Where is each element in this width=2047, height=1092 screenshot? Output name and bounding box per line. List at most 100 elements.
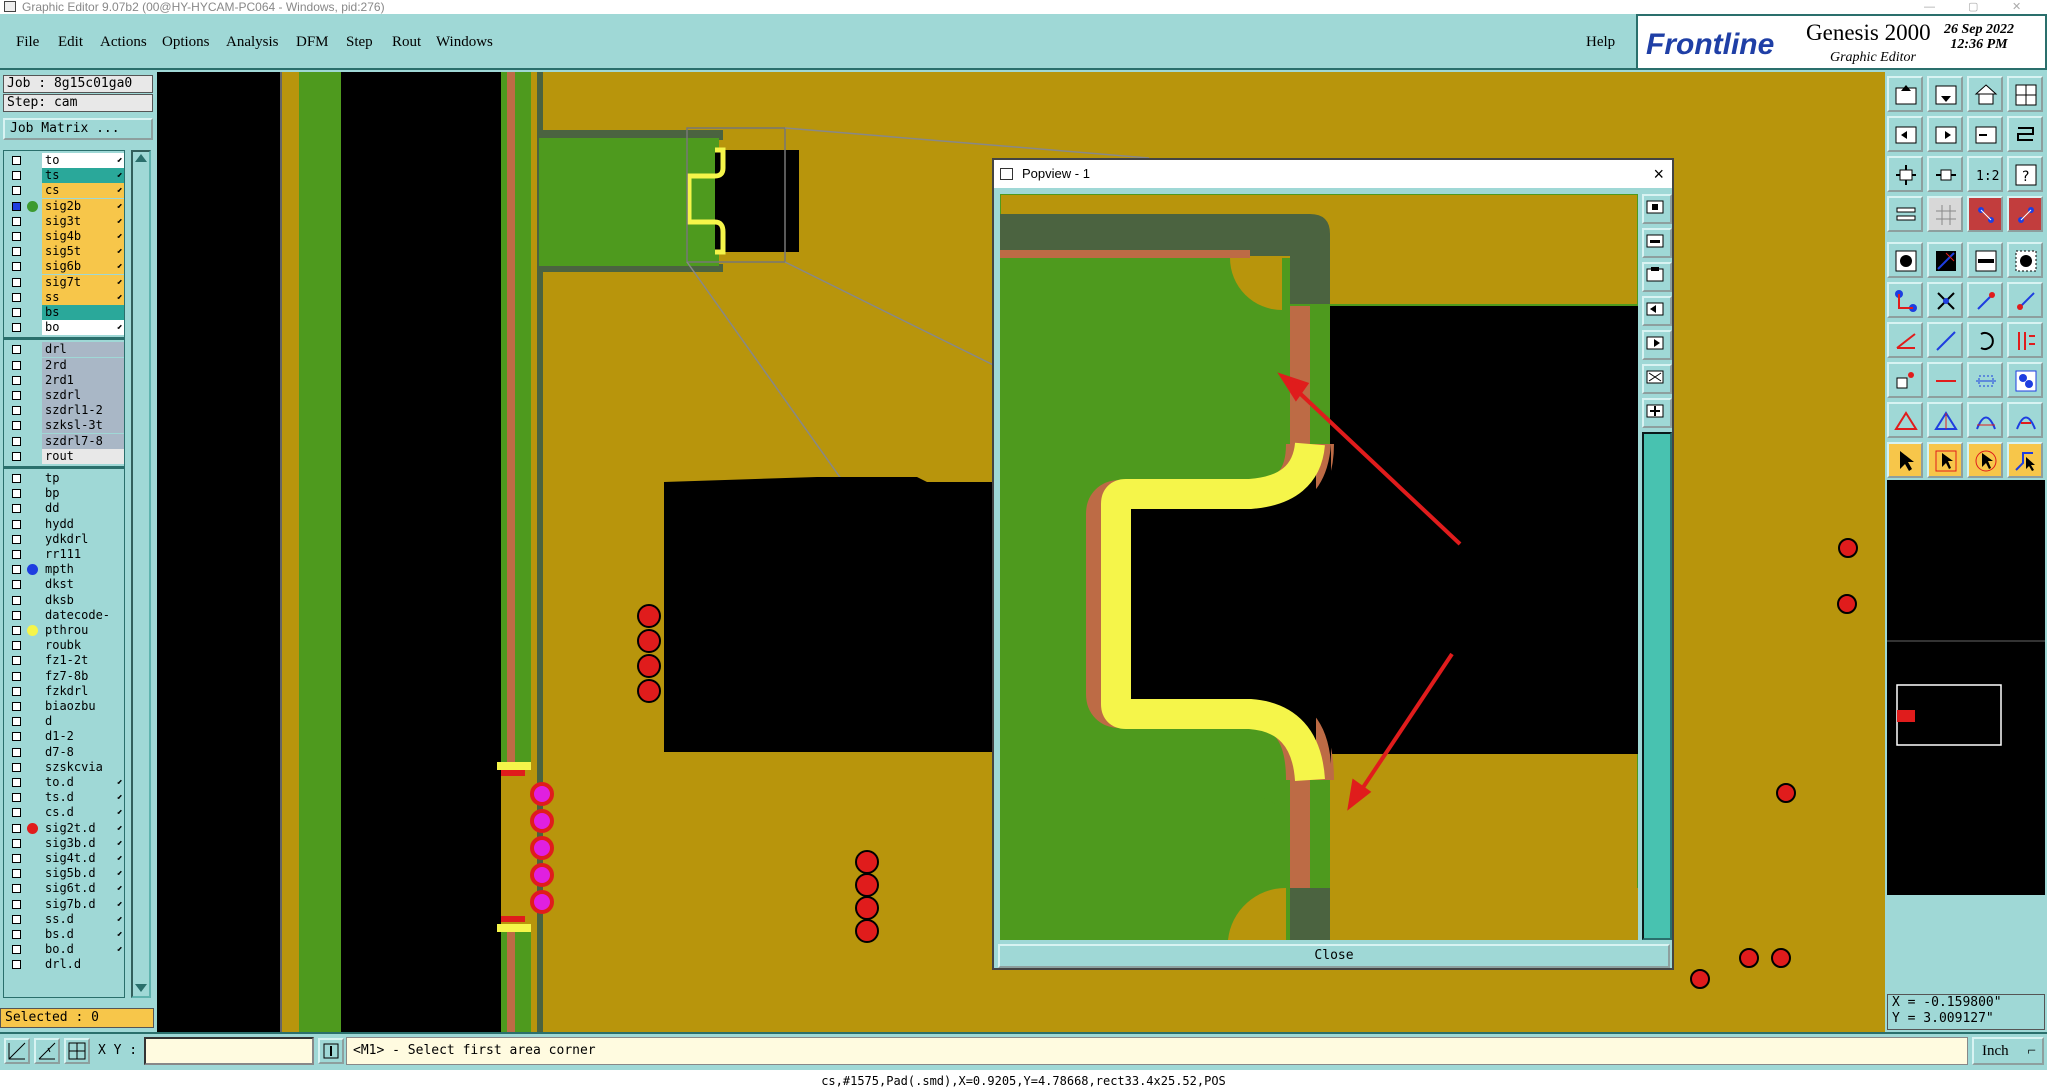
snap-mode-button[interactable] bbox=[4, 1038, 30, 1064]
tool-arch-button[interactable] bbox=[1967, 402, 2003, 438]
layer-name[interactable]: sig5b.d ⬋ bbox=[42, 866, 124, 882]
layer-checkbox[interactable] bbox=[12, 262, 21, 272]
layer-checkbox[interactable] bbox=[12, 186, 21, 196]
layer-checkbox[interactable] bbox=[12, 171, 21, 181]
layer-row[interactable]: bs.d ⬋ bbox=[4, 927, 124, 942]
tool-pad-button[interactable] bbox=[1887, 242, 1923, 278]
layer-name[interactable]: sig6t.d ⬋ bbox=[42, 881, 124, 897]
layer-checkbox[interactable] bbox=[12, 717, 21, 727]
layer-name[interactable]: rr111 bbox=[42, 547, 124, 562]
layer-name[interactable]: rout bbox=[42, 448, 124, 464]
layer-row[interactable]: ss.d ⬋ bbox=[4, 911, 124, 927]
layer-checkbox[interactable] bbox=[12, 375, 21, 385]
tool-snap-button[interactable] bbox=[1967, 196, 2003, 232]
layer-row[interactable]: bs bbox=[4, 305, 124, 320]
layer-display-dot[interactable] bbox=[27, 625, 38, 636]
layer-name[interactable]: sig2b ⬋ bbox=[42, 198, 124, 214]
layer-name[interactable]: datecode-pth bbox=[42, 607, 124, 637]
layer-row[interactable]: sig4b ⬋ bbox=[4, 229, 124, 244]
layer-row[interactable]: rout bbox=[4, 448, 124, 464]
layer-name[interactable]: d7-8 bbox=[42, 744, 124, 760]
layer-row[interactable]: bo ⬋ bbox=[4, 320, 124, 336]
layer-checkbox[interactable] bbox=[12, 232, 21, 241]
layer-checkbox[interactable] bbox=[12, 247, 21, 257]
tool-scale-button[interactable]: 1:2 bbox=[1967, 156, 2003, 192]
layer-display-dot[interactable] bbox=[27, 200, 38, 212]
layer-checkbox[interactable] bbox=[12, 793, 21, 803]
layer-name[interactable]: dksb bbox=[42, 592, 124, 608]
menu-help[interactable]: Help bbox=[1586, 34, 1615, 51]
tool-select-button[interactable] bbox=[1887, 442, 1923, 478]
layer-name[interactable]: sig3b.d ⬋ bbox=[42, 835, 124, 851]
layer-name[interactable]: bo ⬋ bbox=[42, 320, 124, 336]
job-matrix-button[interactable]: Job Matrix ... bbox=[3, 118, 153, 140]
tool-connect-button[interactable] bbox=[1887, 282, 1923, 318]
tool-open-button[interactable] bbox=[1887, 76, 1923, 112]
overview-minimap[interactable] bbox=[1887, 480, 2045, 895]
grid-mode-button[interactable] bbox=[64, 1038, 90, 1064]
layer-row[interactable]: sig4t.d ⬋ bbox=[4, 851, 124, 866]
layer-checkbox[interactable] bbox=[12, 308, 21, 317]
layer-name[interactable]: sig3t ⬋ bbox=[42, 213, 124, 229]
layer-name[interactable]: d bbox=[42, 714, 124, 730]
layer-name[interactable]: fz7-8b bbox=[42, 668, 124, 684]
layer-checkbox[interactable] bbox=[12, 610, 21, 620]
close-icon[interactable]: ✕ bbox=[2012, 0, 2021, 14]
tool-fit-button[interactable] bbox=[1887, 156, 1923, 192]
tool-arch-red-button[interactable] bbox=[2007, 402, 2043, 438]
layer-row[interactable]: sig6b ⬋ bbox=[4, 259, 124, 275]
tool-pan-button[interactable] bbox=[1967, 116, 2003, 152]
layer-name[interactable]: 2rd1 bbox=[42, 372, 124, 388]
layer-list-scrollbar[interactable] bbox=[131, 150, 151, 998]
layer-checkbox[interactable] bbox=[12, 534, 21, 544]
layer-name[interactable]: sig6b ⬋ bbox=[42, 259, 124, 275]
layer-row[interactable]: to.d ⬋ bbox=[4, 775, 124, 790]
layer-checkbox[interactable] bbox=[12, 884, 21, 894]
menu-file[interactable]: File bbox=[16, 34, 39, 51]
layer-row[interactable]: rr111 bbox=[4, 547, 124, 562]
layer-row[interactable]: dkst bbox=[4, 577, 124, 593]
layer-checkbox[interactable] bbox=[12, 945, 21, 955]
layer-name[interactable]: szdrl1-2 bbox=[42, 403, 124, 419]
tool-select-net-button[interactable] bbox=[1967, 442, 2003, 478]
tool-center-button[interactable] bbox=[1927, 156, 1963, 192]
popview-close-button[interactable]: Close bbox=[998, 944, 1670, 968]
menu-rout[interactable]: Rout bbox=[392, 34, 421, 51]
tool-diagonal-button[interactable] bbox=[1927, 322, 1963, 358]
tool-zoom-in-button[interactable] bbox=[1887, 116, 1923, 152]
layer-checkbox[interactable] bbox=[12, 641, 21, 651]
layer-name[interactable]: d1-2 bbox=[42, 729, 124, 745]
layer-row[interactable]: dksb bbox=[4, 592, 124, 608]
layer-checkbox[interactable] bbox=[12, 656, 21, 666]
layer-checkbox[interactable] bbox=[12, 930, 21, 939]
tool-triangle-blue-button[interactable] bbox=[1927, 402, 1963, 438]
layer-checkbox[interactable] bbox=[12, 323, 21, 333]
layer-row[interactable]: d1-2 bbox=[4, 729, 124, 745]
layer-checkbox[interactable] bbox=[12, 671, 21, 681]
menu-options[interactable]: Options bbox=[162, 34, 210, 51]
tool-save-button[interactable] bbox=[1927, 76, 1963, 112]
layer-row[interactable]: datecode-pth bbox=[4, 607, 124, 637]
tool-parallel-button[interactable] bbox=[2007, 322, 2043, 358]
layer-name[interactable]: bs bbox=[42, 305, 124, 320]
layer-row[interactable]: hydd bbox=[4, 516, 124, 532]
layer-row[interactable]: d bbox=[4, 714, 124, 730]
layer-checkbox[interactable] bbox=[12, 838, 21, 848]
layer-checkbox[interactable] bbox=[12, 519, 21, 529]
layer-name[interactable]: pthrou bbox=[42, 623, 124, 638]
layer-name[interactable]: drl bbox=[42, 342, 124, 358]
tool-help-button[interactable]: ? bbox=[2007, 156, 2043, 192]
tool-select-feature-button[interactable] bbox=[2007, 442, 2043, 478]
popview-scroll-track[interactable] bbox=[1642, 432, 1672, 940]
layer-row[interactable]: tp bbox=[4, 471, 124, 486]
layer-checkbox[interactable] bbox=[12, 451, 21, 461]
layer-checkbox[interactable] bbox=[12, 421, 21, 431]
layer-row[interactable]: sig7b.d ⬋ bbox=[4, 896, 124, 912]
layer-checkbox[interactable] bbox=[12, 762, 21, 772]
layer-checkbox[interactable] bbox=[12, 406, 21, 416]
layer-checkbox[interactable] bbox=[12, 216, 21, 226]
tool-ruler-button[interactable] bbox=[1967, 242, 2003, 278]
layer-checkbox[interactable] bbox=[12, 201, 21, 211]
layer-name[interactable]: cs.d ⬋ bbox=[42, 805, 124, 821]
layer-checkbox[interactable] bbox=[12, 914, 21, 924]
